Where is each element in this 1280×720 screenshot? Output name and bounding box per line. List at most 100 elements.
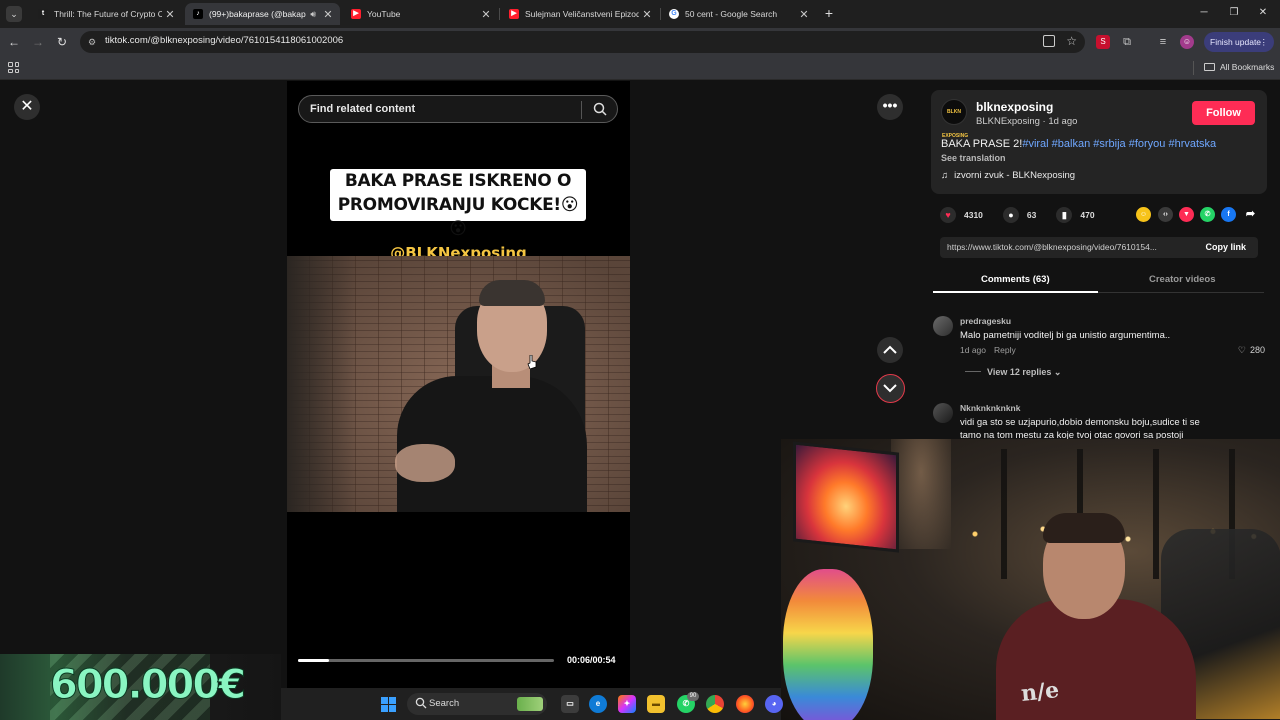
extensions-puzzle-icon[interactable]: ⧉ [1120,35,1134,49]
copy-link-button[interactable]: Copy link [1205,242,1246,252]
comment-meta: 1d ago Reply [960,345,1016,355]
more-options-icon[interactable]: ••• [877,94,903,120]
engagement-stats: ♥ 4310 ● 63 ▮ 470 [940,206,1095,224]
close-tab-icon[interactable]: ✕ [639,8,655,21]
finish-update-button[interactable]: Finish update ⋮ [1204,32,1274,52]
address-bar[interactable]: ⚙ tiktok.com/@blknexposing/video/7610154… [80,31,1085,53]
creator-subline: BLKNExposing · 1d ago [976,116,1078,127]
comment-username[interactable]: predragesku [960,316,1011,326]
tab-thrill[interactable]: t Thrill: The Future of Crypto Cas ✕ [30,3,182,25]
creator-username[interactable]: blknexposing [976,100,1053,114]
video-caption-overlay: BAKA PRASE ISKRENO O PROMOVIRANJU KOCKE!… [330,169,586,239]
whatsapp-icon[interactable]: ✆ [1200,207,1215,222]
previous-video-button[interactable] [877,337,903,363]
facebook-icon[interactable]: f [1221,207,1236,222]
active-tab-underline [933,291,1098,293]
tab-tiktok[interactable]: ♪ (99+)bakaprase (@bakapra 🔊︎ ✕ [185,3,340,25]
comment-item: Nknknknknknk vidi ga sto se uzjapurio,do… [933,403,1273,443]
money-counter-overlay: 600.000€ [0,654,281,720]
panel-tabs: Comments (63) Creator videos [933,267,1264,293]
all-bookmarks-button[interactable]: All Bookmarks [1204,62,1274,72]
bookmark-star-icon[interactable]: ☆ [1066,34,1077,48]
search-icon[interactable] [593,102,607,116]
restore-icon[interactable]: ❐ [1225,5,1243,21]
tab-sulejman[interactable]: ▶ Sulejman Veličanstveni Epizoda ✕ [501,3,659,25]
reply-button[interactable]: Reply [994,345,1016,355]
view-replies-button[interactable]: View 12 replies ⌄ [965,367,1061,378]
taskbar-search[interactable]: Search [407,693,547,715]
folder-icon [1204,63,1215,71]
site-info-icon[interactable]: ⚙ [88,36,98,48]
share-link-text[interactable]: https://www.tiktok.com/@blknexposing/vid… [947,242,1189,252]
next-video-button[interactable] [876,374,905,403]
firefox-icon[interactable] [736,695,754,713]
extension-s-icon[interactable]: S [1096,35,1110,49]
friends-share-icon[interactable]: ☺ [1136,207,1151,222]
see-translation-link[interactable]: See translation [941,153,1006,163]
chevron-down-icon [883,384,897,393]
comment-text: Malo pametniji voditelj bi ga unistio ar… [960,330,1171,341]
follow-button[interactable]: Follow [1192,101,1255,125]
copilot-icon[interactable]: ✦ [618,695,636,713]
close-tab-icon[interactable]: ✕ [478,8,494,21]
windows-start-icon[interactable] [381,697,396,712]
creator-avatar[interactable]: BLKN EXPOSING [941,99,968,139]
heart-icon[interactable]: ♥ [940,207,956,223]
file-explorer-icon[interactable]: ▬ [647,695,665,713]
music-link[interactable]: ♫ izvorni zvuk - BLKNexposing [941,170,1075,181]
edge-icon[interactable]: e [589,695,607,713]
youtube-icon: ▶ [509,9,519,19]
tab-search-chevron-icon[interactable]: ⌄ [6,6,22,22]
task-view-icon[interactable]: ▭ [561,695,579,713]
back-arrow-icon[interactable]: ← [5,33,23,51]
tab-youtube[interactable]: ▶ YouTube ✕ [343,3,498,25]
close-tab-icon[interactable]: ✕ [796,8,812,21]
close-tab-icon[interactable]: ✕ [320,8,336,21]
bookmarks-divider [1193,61,1194,75]
reading-list-icon[interactable]: ≡ [1156,35,1170,49]
video-player[interactable]: Find related content BAKA PRASE ISKRENO … [287,81,630,689]
comment-like[interactable]: ♡ 280 [1238,345,1265,356]
tab-creator-videos[interactable]: Creator videos [1149,274,1216,285]
video-frame[interactable] [287,256,630,512]
whatsapp-badge: 90 [687,692,699,701]
discord-icon[interactable]: ◕ [765,695,783,713]
send-share-icon[interactable]: ▼ [1179,207,1194,222]
comment-username[interactable]: Nknknknknknk [960,403,1020,413]
embed-code-icon[interactable]: ‹› [1158,207,1173,222]
bookmark-icon[interactable]: ▮ [1056,207,1073,223]
reload-icon[interactable]: ↻ [53,33,71,51]
search-highlight-image [517,697,543,711]
close-tab-icon[interactable]: ✕ [162,8,178,21]
video-progress-bar[interactable] [298,659,554,662]
heart-outline-icon: ♡ [1237,345,1246,355]
install-app-icon[interactable] [1043,35,1055,47]
comment-item: predragesku Malo pametniji voditelj bi g… [933,316,1273,386]
like-count: 4310 [964,210,983,220]
related-search-input[interactable]: Find related content [298,95,618,123]
new-tab-button[interactable]: + [822,5,836,21]
close-window-icon[interactable]: ✕ [1254,5,1272,21]
hashtags[interactable]: #viral #balkan #srbija #foryou #hrvatska [1022,138,1216,150]
minimize-icon[interactable]: ─ [1195,5,1213,21]
comment-icon[interactable]: ● [1002,207,1019,223]
forward-arrow-icon[interactable]: → [29,33,47,51]
google-icon: G [669,9,679,19]
apps-grid-icon[interactable] [8,62,19,73]
share-arrow-icon[interactable]: ➦ [1243,207,1258,222]
close-icon[interactable]: ✕ [14,94,40,120]
speaker-icon[interactable]: 🔊︎ [310,9,316,20]
video-time: 00:06/00:54 [567,655,616,665]
avatar[interactable] [933,316,953,336]
tab-comments[interactable]: Comments (63) [981,274,1050,285]
tab-google-search[interactable]: G 50 cent - Google Search ✕ [661,3,816,25]
url-text[interactable]: tiktok.com/@blknexposing/video/761015411… [105,35,343,46]
money-amount: 600.000€ [49,662,246,709]
bookmarks-bar: All Bookmarks [0,56,1280,80]
browser-toolbar: ← → ↻ ⚙ tiktok.com/@blknexposing/video/7… [0,28,1280,56]
share-link-row: https://www.tiktok.com/@blknexposing/vid… [940,237,1258,258]
comment-count: 63 [1026,210,1037,220]
avatar[interactable] [933,403,953,423]
chrome-icon[interactable] [706,695,724,713]
profile-avatar[interactable]: ☺ [1180,35,1194,49]
